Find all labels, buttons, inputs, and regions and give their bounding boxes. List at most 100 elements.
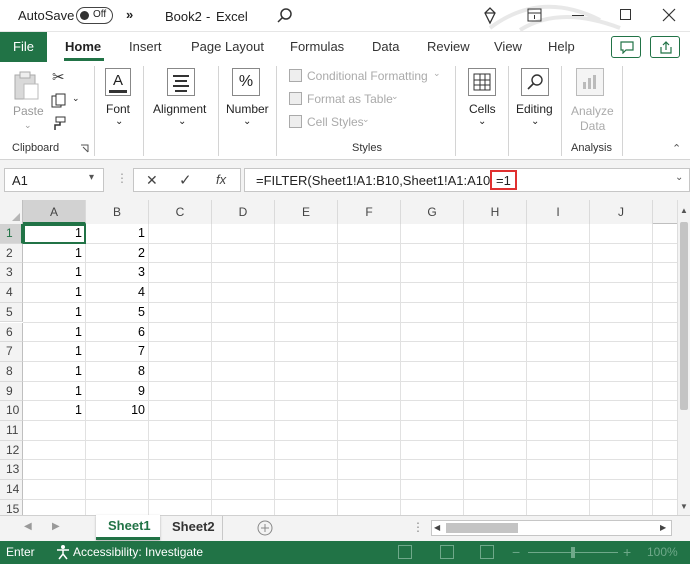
cell-b4[interactable]: 4 [86,283,149,303]
accessibility-status[interactable]: Accessibility: Investigate [73,545,203,559]
cell-a10[interactable]: 1 [23,401,86,421]
cell-a5[interactable]: 1 [23,303,86,323]
row-header-3[interactable]: 3 [0,263,23,284]
sheet-tab-sheet1[interactable]: Sheet1 [96,515,160,540]
diamond-icon[interactable] [481,7,499,25]
row-header-10[interactable]: 10 [0,401,23,421]
prev-sheet-icon[interactable]: ◀ [24,521,32,532]
row-header-4[interactable]: 4 [0,283,23,303]
zoom-in-icon[interactable]: + [623,544,631,560]
ribbon-display-icon[interactable] [527,8,543,24]
zoom-level[interactable]: 100% [647,545,678,559]
next-sheet-icon[interactable]: ▶ [52,521,60,532]
column-header-g[interactable]: G [401,200,464,224]
paste-dropdown-icon[interactable]: ⌄ [24,120,32,131]
analyze-data-icon[interactable] [576,68,604,96]
font-group[interactable]: A Font ⌄ [95,62,143,160]
row-header-2[interactable]: 2 [0,243,23,264]
row-header-12[interactable]: 12 [0,440,23,461]
expand-formula-icon[interactable]: ⌄ [675,172,683,183]
formula-input[interactable]: =FILTER(Sheet1!A1:B10,Sheet1!A1:A10 =1 ⌄ [244,168,690,192]
cell-a2[interactable]: 1 [23,244,86,264]
row-header-8[interactable]: 8 [0,361,23,382]
editing-group[interactable]: Editing ⌄ [509,62,561,160]
cell-a6[interactable]: 1 [23,323,86,343]
scroll-left-icon[interactable]: ◀ [434,523,440,532]
cell-b6[interactable]: 6 [86,323,149,343]
insert-function-button[interactable]: fx [216,172,226,187]
tab-page-layout[interactable]: Page Layout [191,32,264,62]
scroll-down-icon[interactable]: ▼ [680,502,688,511]
paste-label[interactable]: Paste [13,104,44,118]
cell-a7[interactable]: 1 [23,342,86,362]
column-header-i[interactable]: I [527,200,590,224]
cell-b1[interactable]: 1 [86,224,149,244]
horizontal-scrollbar[interactable]: ◀ ▶ [431,520,672,536]
cell-a8[interactable]: 1 [23,362,86,382]
select-all-corner[interactable] [0,200,23,224]
number-group[interactable]: % Number ⌄ [219,62,275,160]
spreadsheet-grid[interactable]: ABCDEFGHIJ 1 2 3 4 5 6 7 8 9 10 11 12 13 14 15 1111111… [0,200,690,515]
row-header-5[interactable]: 5 [0,302,23,323]
cell-styles-button[interactable]: Cell Styles [307,115,364,129]
copy-icon[interactable] [51,93,67,109]
tab-review[interactable]: Review [427,32,470,62]
vertical-scroll-thumb[interactable] [680,222,688,410]
row-header-9[interactable]: 9 [0,381,23,402]
format-painter-icon[interactable] [51,116,67,132]
cell-a3[interactable]: 1 [23,263,86,283]
maximize-button[interactable] [620,9,631,20]
search-icon[interactable] [276,7,294,25]
zoom-slider-thumb[interactable] [571,547,575,558]
close-icon[interactable] [662,8,676,22]
zoom-out-icon[interactable]: − [512,544,520,560]
name-box-dropdown-icon[interactable]: ▾ [89,172,94,183]
tab-view[interactable]: View [494,32,522,62]
cell-b2[interactable]: 2 [86,244,149,264]
row-header-6[interactable]: 6 [0,322,23,343]
sheet-tab-sheet2[interactable]: Sheet2 [161,516,223,540]
tab-insert[interactable]: Insert [129,32,162,62]
column-header-d[interactable]: D [212,200,275,224]
column-header-f[interactable]: F [338,200,401,224]
add-sheet-icon[interactable] [257,520,273,536]
share-button[interactable] [650,36,680,58]
comments-button[interactable] [611,36,641,58]
row-header-14[interactable]: 14 [0,480,23,500]
cell-a4[interactable]: 1 [23,283,86,303]
cell-a9[interactable]: 1 [23,382,86,402]
scroll-up-icon[interactable]: ▲ [680,206,688,215]
table-dropdown-icon[interactable]: ⌄ [391,91,399,102]
collapse-ribbon-icon[interactable]: ⌃ [672,142,681,155]
conditional-formatting-button[interactable]: Conditional Formatting [307,69,428,83]
accessibility-icon[interactable] [55,544,71,560]
column-header-e[interactable]: E [275,200,338,224]
row-header-13[interactable]: 13 [0,460,23,481]
more-commands-button[interactable]: » [126,7,133,22]
tab-data[interactable]: Data [372,32,399,62]
format-as-table-button[interactable]: Format as Table [307,92,393,106]
column-header-j[interactable]: J [590,200,653,224]
page-layout-view-icon[interactable] [440,545,454,559]
autosave-toggle[interactable]: Off [76,7,113,24]
cell-b10[interactable]: 10 [86,401,149,421]
cell-b7[interactable]: 7 [86,342,149,362]
row-header-11[interactable]: 11 [0,421,23,441]
cells-group[interactable]: Cells ⌄ [456,62,508,160]
normal-view-icon[interactable] [398,545,412,559]
vertical-scrollbar[interactable]: ▲ ▼ [677,200,690,515]
column-header-b[interactable]: B [86,200,149,224]
horizontal-scroll-thumb[interactable] [446,523,518,533]
name-box[interactable]: A1 ▾ [4,168,104,192]
tab-file[interactable]: File [0,32,47,62]
cell-b5[interactable]: 5 [86,303,149,323]
active-cell[interactable] [23,224,86,244]
conditional-dropdown-icon[interactable]: ⌄ [433,68,441,79]
enter-button[interactable]: ✓ [179,171,192,189]
tab-formulas[interactable]: Formulas [290,32,344,62]
cell-styles-dropdown-icon[interactable]: ⌄ [362,114,370,125]
row-header-1[interactable]: 1 [0,224,23,244]
cell-b8[interactable]: 8 [86,362,149,382]
copy-dropdown-icon[interactable]: ⌄ [72,93,80,104]
alignment-group[interactable]: Alignment ⌄ [144,62,218,160]
